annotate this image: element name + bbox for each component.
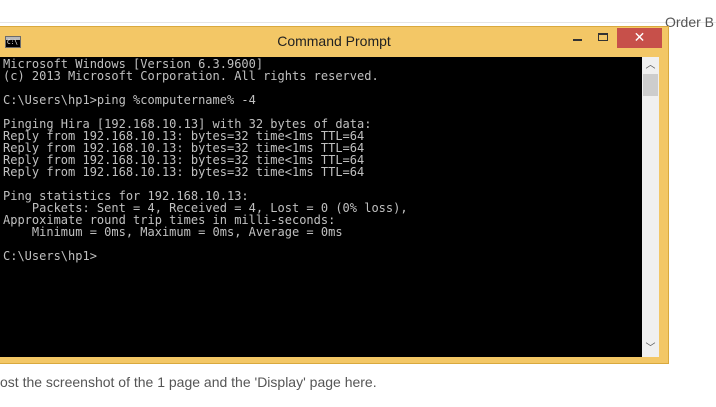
minimize-icon [573,39,582,41]
console-line: C:\Users\hp1> [3,249,97,263]
scroll-up-icon[interactable]: ︿ [642,57,659,74]
maximize-button[interactable] [589,28,617,48]
console-output[interactable]: Microsoft Windows [Version 6.3.9600] (c)… [0,57,642,357]
vertical-scrollbar[interactable]: ︿ ﹀ [642,57,659,357]
maximize-icon [598,33,608,41]
console-line: Minimum = 0ms, Maximum = 0ms, Average = … [31,225,343,239]
console-line: C:\Users\hp1>ping %computername% -4 [3,93,256,107]
page-divider [0,22,716,23]
close-icon: ✕ [633,30,646,46]
console-line: (c) 2013 Microsoft Corporation. All righ… [3,69,379,83]
minimize-button[interactable] [563,28,591,48]
console-line: Reply from 192.168.10.13: bytes=32 time<… [3,165,365,179]
scroll-down-icon[interactable]: ﹀ [642,340,659,357]
close-button[interactable]: ✕ [617,28,662,48]
console-text: Microsoft Windows [Version 6.3.9600] (c)… [0,57,642,262]
background-order-link[interactable]: Order B [665,14,714,30]
background-caption: ost the screenshot of the 1 page and the… [0,374,377,390]
scroll-thumb[interactable] [643,74,658,96]
command-prompt-window[interactable]: C:\ Command Prompt ✕ Microsoft Windows [… [0,26,669,364]
title-bar[interactable]: C:\ Command Prompt ✕ [0,27,668,57]
